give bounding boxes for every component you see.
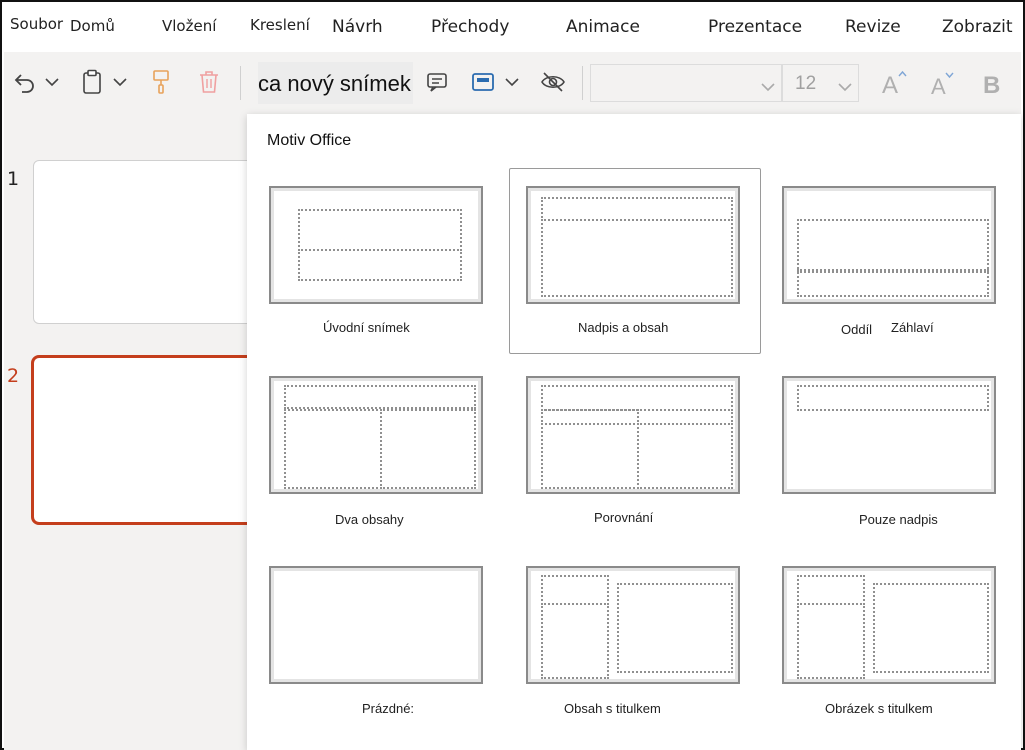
layout-title-only[interactable]: Pouze nadpis: [782, 376, 998, 527]
menu-zobrazit[interactable]: Zobrazit: [942, 17, 1013, 37]
layout-preview: [782, 566, 996, 684]
layout-content-with-caption[interactable]: Obsah s titulkem: [526, 566, 742, 716]
shrink-font-icon[interactable]: A: [928, 68, 958, 98]
layout-blank[interactable]: Prázdné:: [269, 566, 485, 716]
menu-prechody[interactable]: Přechody: [431, 17, 509, 37]
layout-section-header[interactable]: Oddíl Záhlaví: [782, 186, 998, 337]
svg-text:A: A: [931, 74, 946, 98]
hide-icon[interactable]: [539, 68, 567, 96]
layout-preview: [782, 186, 996, 304]
undo-dropdown-chevron-icon[interactable]: [44, 72, 60, 92]
grow-font-icon[interactable]: A: [878, 66, 910, 98]
slide-thumbnails-pane: 1 2: [4, 114, 263, 750]
menu-animace[interactable]: Animace: [566, 17, 640, 37]
layout-preview: [269, 376, 483, 494]
layout-preview: [526, 186, 740, 304]
layout-title-slide[interactable]: Úvodní snímek: [269, 186, 485, 336]
font-size-dropdown[interactable]: 12: [782, 64, 859, 102]
layout-preview: [526, 566, 740, 684]
layout-preview: [269, 186, 483, 304]
app-window: Soubor Domů Vložení Kreslení Návrh Přech…: [0, 0, 1025, 750]
new-slide-label: ca nový snímek: [258, 71, 411, 96]
new-slide-button[interactable]: ca nový snímek: [258, 62, 413, 104]
comment-icon[interactable]: [424, 68, 450, 96]
layout-label: Nadpis a obsah: [578, 320, 669, 335]
layout-label-extra: Záhlaví: [891, 320, 934, 335]
slide-thumbnail-selected[interactable]: [31, 355, 263, 525]
menu-vlozeni[interactable]: Vložení: [162, 17, 216, 35]
slide-number: 2: [7, 365, 20, 387]
font-size-value: 12: [795, 73, 817, 94]
menu-kresleni[interactable]: Kreslení: [250, 16, 310, 34]
layout-label: Dva obsahy: [335, 512, 404, 527]
layout-label: Prázdné:: [362, 701, 415, 716]
layout-label: Pouze nadpis: [859, 512, 938, 527]
layout-dropdown-chevron-icon[interactable]: [504, 72, 520, 92]
chevron-down-icon: [761, 77, 775, 96]
layout-label: Úvodní snímek: [323, 320, 410, 335]
toolbar-separator: [582, 66, 583, 100]
layout-label: Obsah s titulkem: [564, 701, 661, 716]
slide-thumbnail[interactable]: [33, 160, 263, 324]
menu-soubor[interactable]: Soubor: [10, 15, 63, 33]
undo-icon[interactable]: [12, 68, 38, 96]
clipboard-icon[interactable]: [80, 68, 104, 96]
bold-icon[interactable]: B: [980, 68, 1004, 98]
layout-preview: [782, 376, 996, 494]
gallery-section-title: Motiv Office: [267, 132, 352, 149]
menu-revize[interactable]: Revize: [845, 17, 901, 37]
menu-domu[interactable]: Domů: [70, 17, 115, 35]
layout-icon[interactable]: [470, 68, 496, 96]
layout-two-content[interactable]: Dva obsahy: [269, 376, 485, 527]
paste-dropdown-chevron-icon[interactable]: [112, 72, 128, 92]
toolbar-separator: [240, 66, 241, 100]
layout-label: Obrázek s titulkem: [825, 701, 933, 716]
format-painter-icon[interactable]: [150, 68, 172, 96]
delete-icon[interactable]: [197, 68, 221, 96]
layout-title-and-content[interactable]: Nadpis a obsah: [526, 186, 742, 336]
layout-preview: [269, 566, 483, 684]
layout-label: Oddíl: [841, 322, 873, 337]
menu-bar: Soubor Domů Vložení Kreslení Návrh Přech…: [4, 4, 1021, 52]
menu-navrh[interactable]: Návrh: [332, 17, 383, 37]
svg-text:A: A: [882, 72, 898, 97]
svg-text:B: B: [983, 72, 1000, 97]
layout-picture-with-caption[interactable]: Obrázek s titulkem: [782, 566, 998, 716]
layout-comparison[interactable]: Porovnání: [526, 376, 742, 526]
layout-label: Porovnání: [594, 510, 654, 525]
menu-prezentace[interactable]: Prezentace: [708, 17, 802, 37]
ribbon-toolbar: ca nový snímek 12 A A B: [4, 52, 1021, 114]
layout-preview: [526, 376, 740, 494]
chevron-down-icon: [838, 77, 852, 96]
layout-gallery: Motiv Office Úvodní snímek Nadpis a obsa…: [247, 114, 1021, 750]
slide-number: 1: [7, 168, 20, 190]
font-name-dropdown[interactable]: [590, 64, 782, 102]
